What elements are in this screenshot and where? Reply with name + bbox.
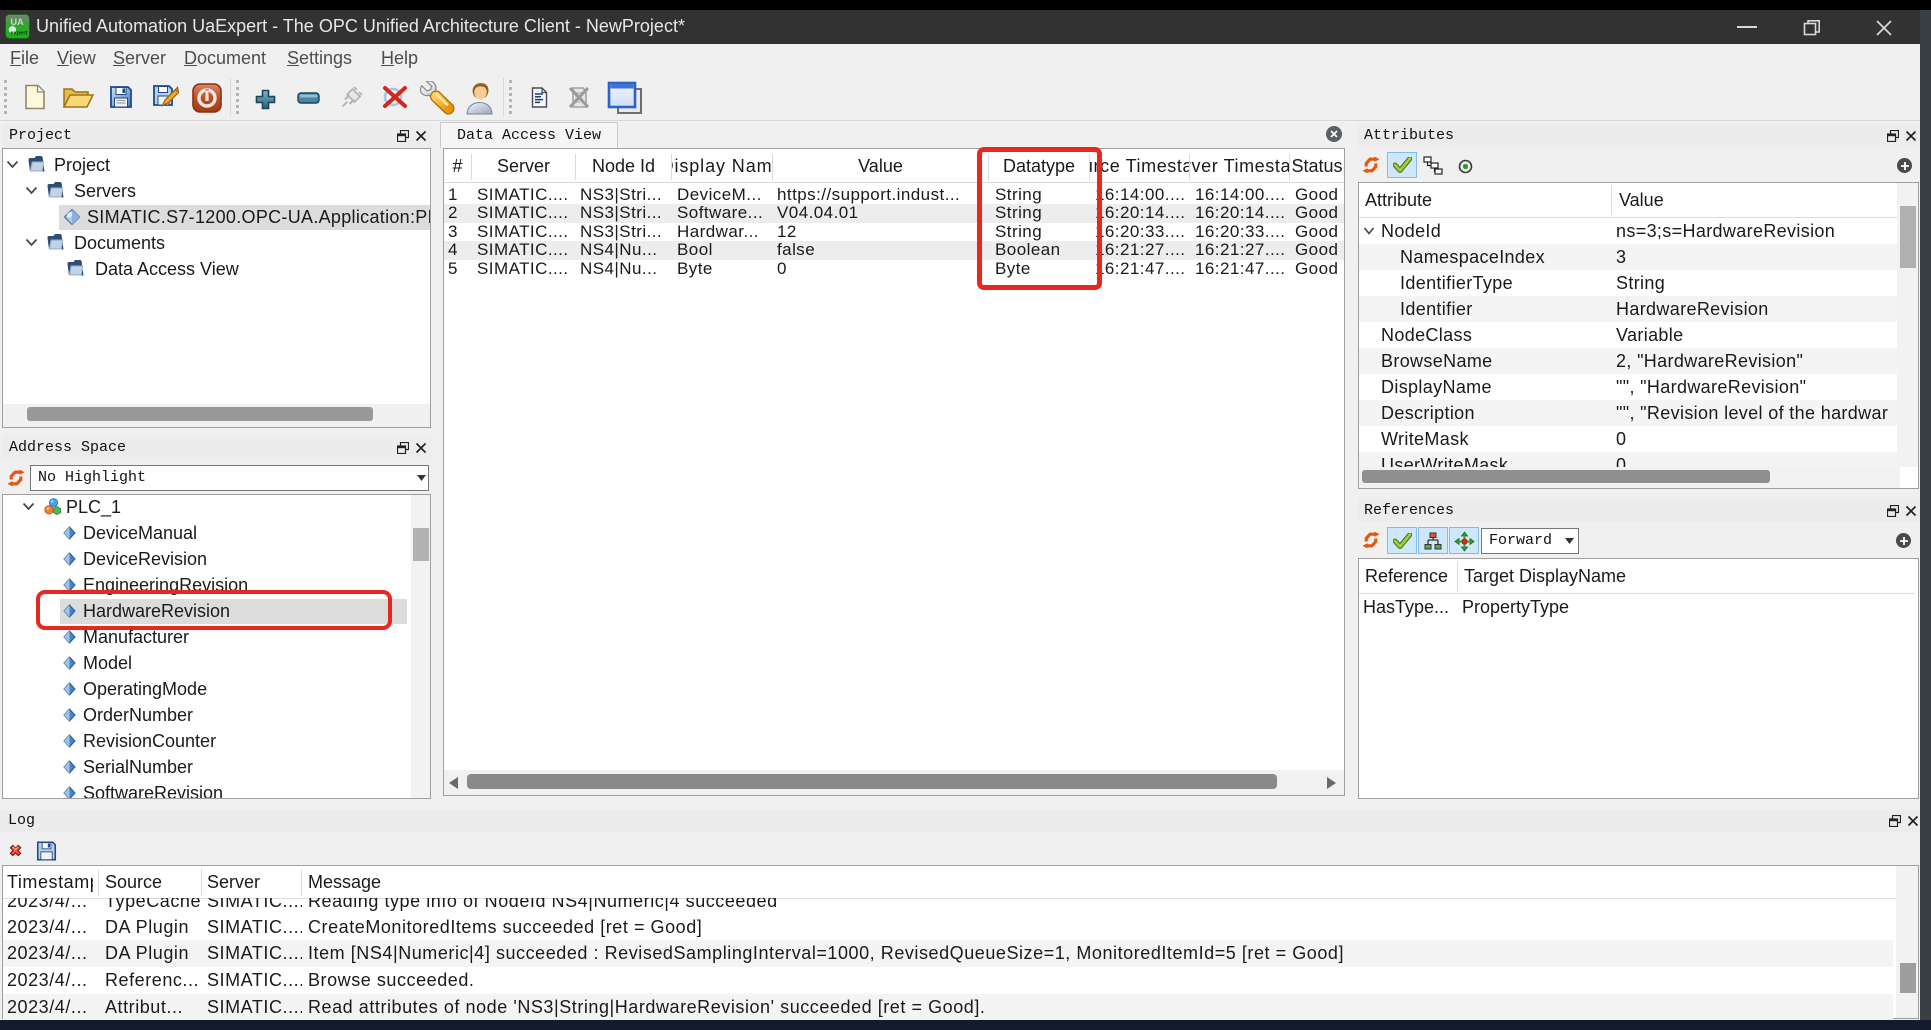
svg-text:UA: UA xyxy=(10,17,24,27)
svg-text:expert: expert xyxy=(11,30,28,36)
